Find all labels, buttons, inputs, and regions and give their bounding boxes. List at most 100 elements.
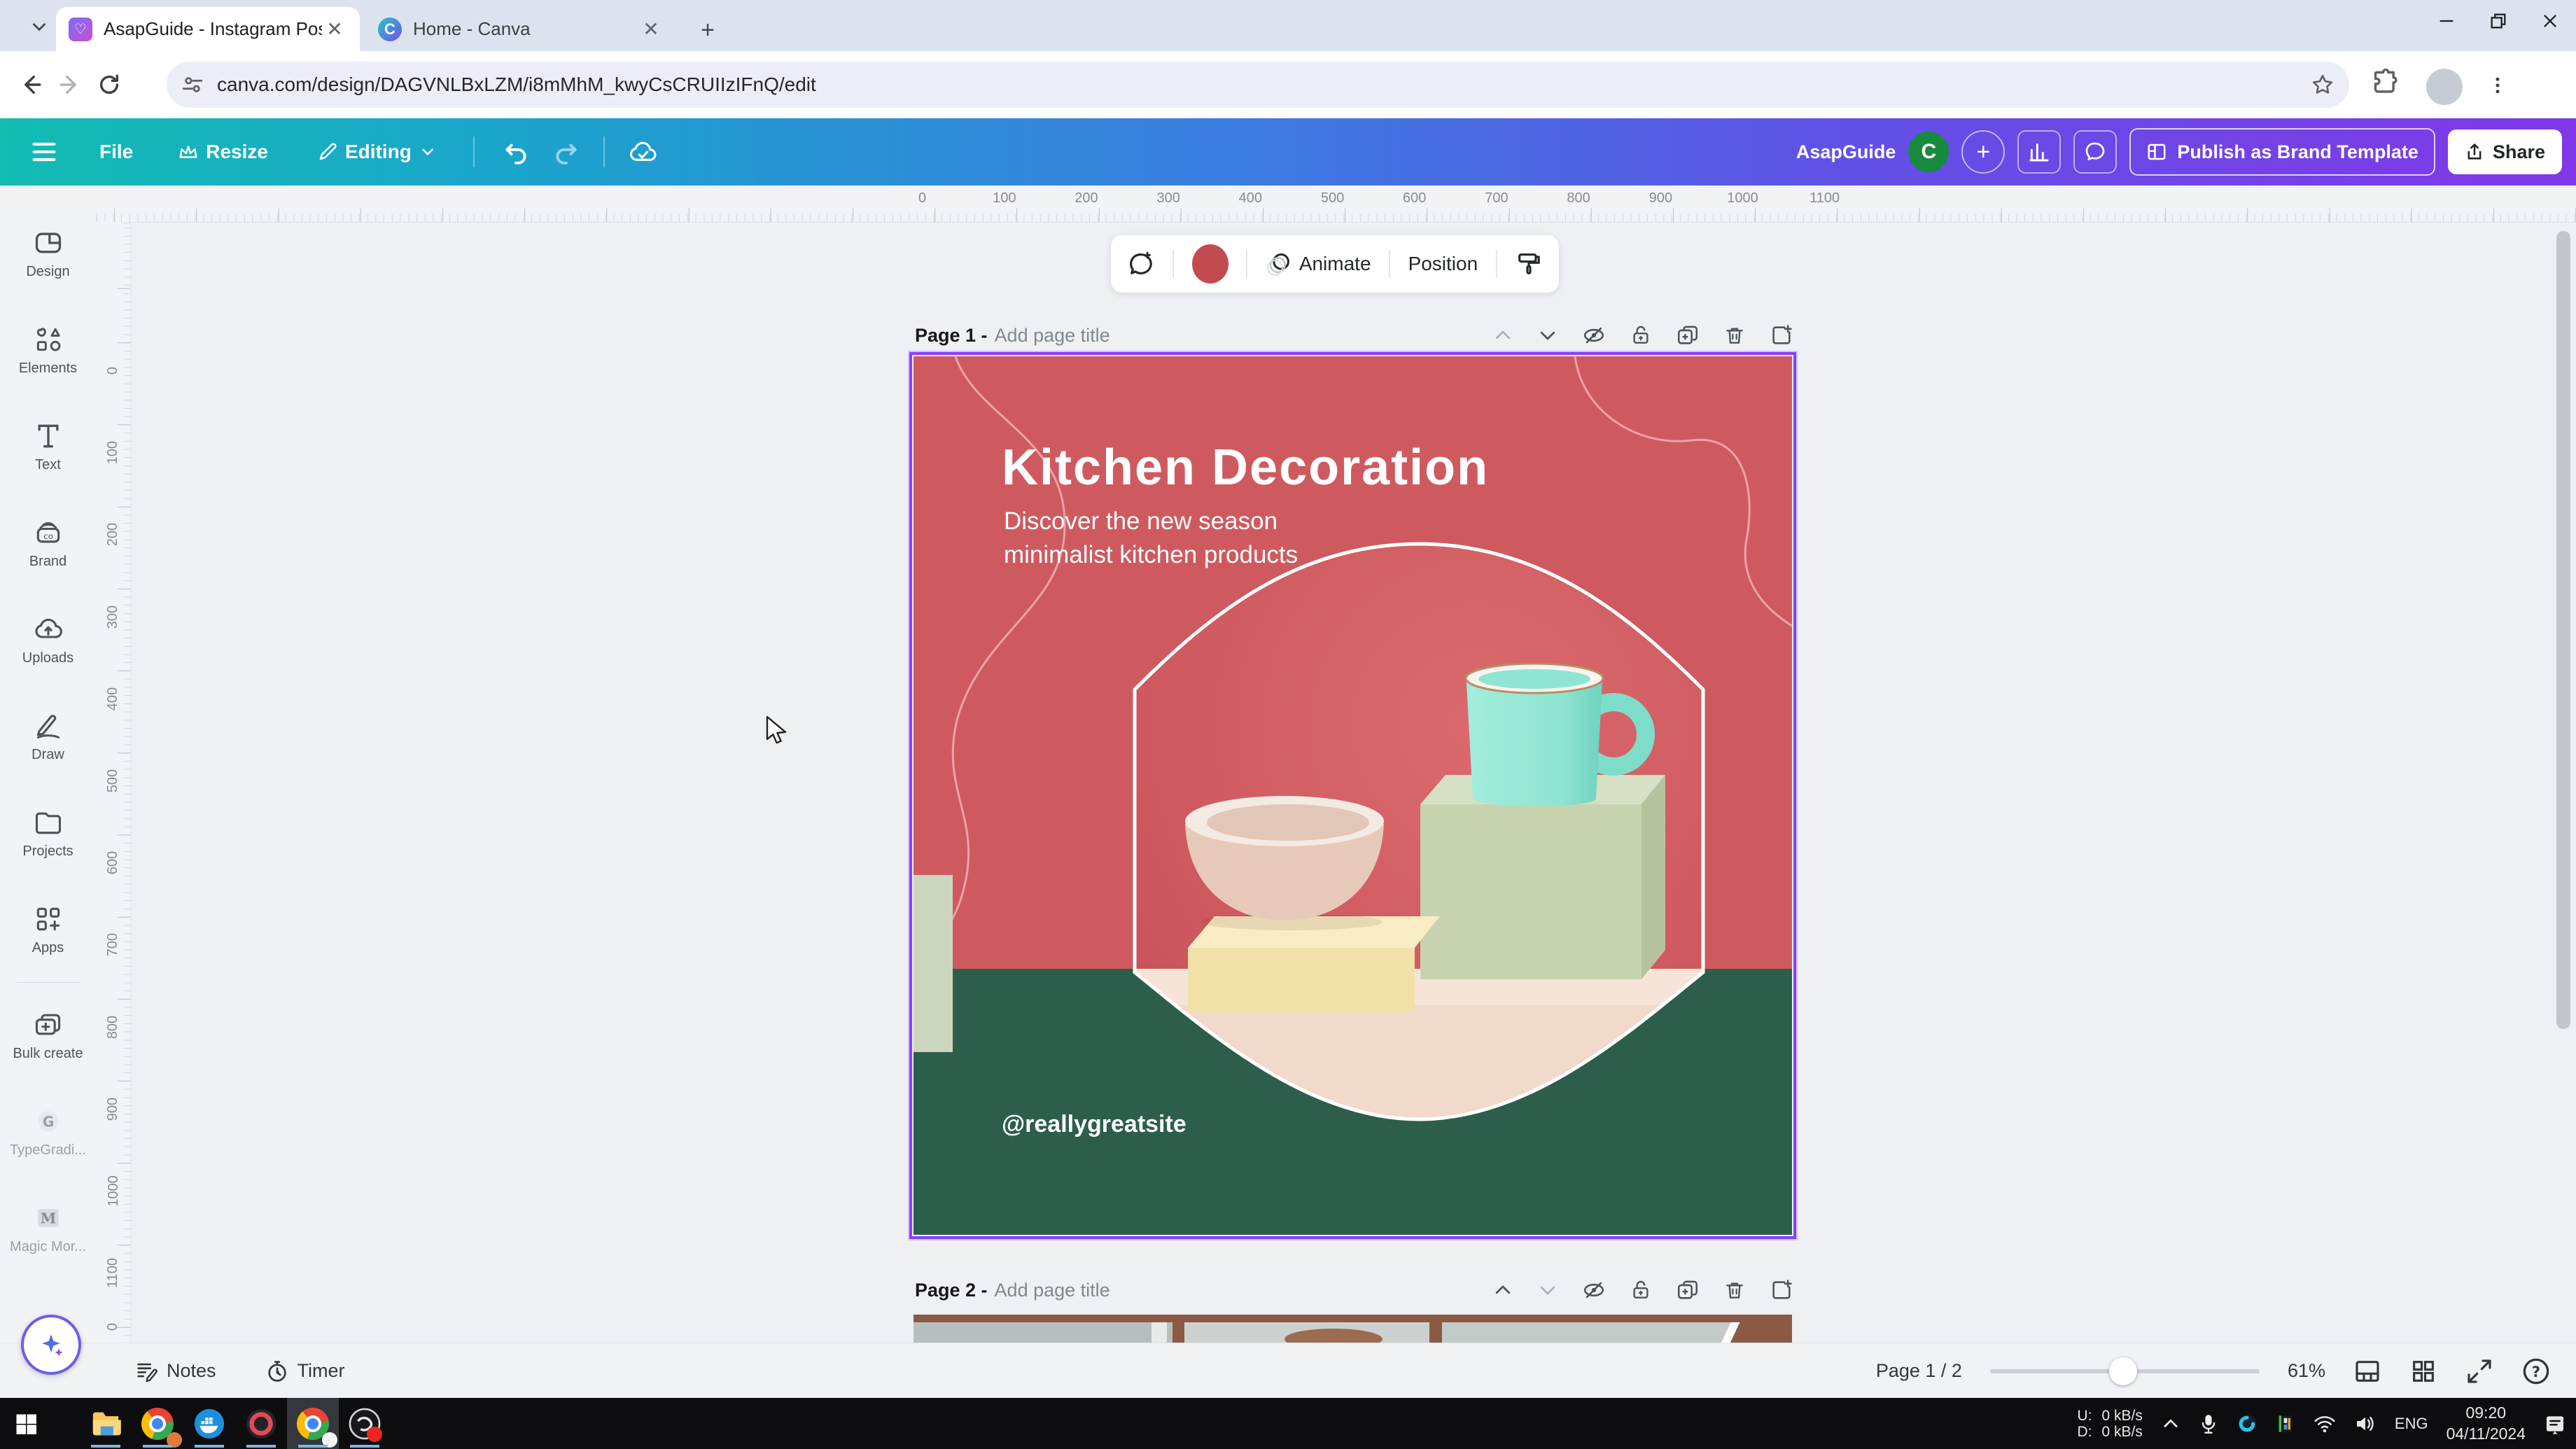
share-icon (2465, 142, 2484, 162)
hide-page-icon[interactable] (1582, 323, 1606, 347)
obs-icon[interactable] (339, 1398, 391, 1449)
help-icon[interactable]: ? (2521, 1357, 2551, 1386)
duplicate-page-icon[interactable] (1676, 1278, 1700, 1302)
page-indicator: Page 1 / 2 (1876, 1360, 1962, 1382)
vertical-ruler-page2-zero: 0 (96, 1306, 131, 1347)
notes-button[interactable]: Notes (134, 1359, 216, 1383)
tab-close-icon[interactable]: ✕ (638, 17, 664, 42)
sidebar-item-magic-morph[interactable]: M Magic Mor... (0, 1180, 96, 1277)
recorder-app-icon[interactable] (235, 1398, 287, 1449)
browser-profile-avatar[interactable] (2426, 69, 2463, 105)
sidebar-item-bulk-create[interactable]: Bulk create (0, 987, 96, 1084)
tray-expand-icon[interactable] (2161, 1414, 2180, 1434)
sidebar-item-typegradient[interactable]: G TypeGradi... (0, 1084, 96, 1180)
notification-center-icon[interactable] (2544, 1413, 2566, 1435)
background-color-swatch[interactable] (1192, 244, 1228, 284)
tab-home-canva[interactable]: C Home - Canva ✕ (365, 7, 676, 51)
sidebar-item-design[interactable]: Design (0, 205, 96, 302)
file-menu-button[interactable]: File (99, 141, 133, 163)
insights-button[interactable] (2017, 130, 2061, 174)
undo-button[interactable] (503, 139, 529, 165)
crown-icon (178, 143, 199, 161)
move-page-down-icon[interactable] (1537, 325, 1558, 346)
docker-icon[interactable] (183, 1398, 235, 1449)
sidebar-item-text[interactable]: Text (0, 398, 96, 495)
sidebar-item-apps[interactable]: Apps (0, 881, 96, 978)
editing-mode-button[interactable]: Editing (317, 141, 437, 163)
add-page-icon[interactable] (1770, 323, 1793, 347)
browser-menu-button[interactable] (2482, 69, 2513, 102)
window-close-button[interactable] (2524, 0, 2576, 42)
comments-button[interactable] (2073, 130, 2117, 174)
reload-button[interactable] (90, 65, 129, 104)
add-member-button[interactable]: + (1961, 130, 2005, 174)
redo-button[interactable] (553, 139, 580, 165)
hide-page-icon[interactable] (1582, 1278, 1606, 1302)
chrome-profile2-icon-active[interactable] (287, 1398, 339, 1449)
sidebar-item-projects[interactable]: Projects (0, 785, 96, 881)
add-page-icon[interactable] (1770, 1278, 1793, 1302)
avatar[interactable]: C (1908, 132, 1949, 172)
tab-asapguide[interactable]: ♡ AsapGuide - Instagram Post ✕ (56, 7, 360, 51)
tray-app-blue-icon[interactable] (2236, 1413, 2258, 1434)
timer-button[interactable]: Timer (265, 1359, 345, 1383)
position-button[interactable]: Position (1408, 253, 1478, 275)
sidebar-item-draw[interactable]: Draw (0, 688, 96, 785)
resize-button[interactable]: Resize (178, 141, 268, 163)
context-toolbar: Animate Position (1111, 235, 1559, 293)
page2-canvas[interactable] (913, 1315, 1792, 1343)
add-comment-button[interactable] (1127, 250, 1155, 278)
animate-button[interactable]: Animate (1266, 251, 1371, 277)
sidebar-item-brand[interactable]: co Brand (0, 495, 96, 592)
design-title[interactable]: Kitchen Decoration (1002, 439, 1489, 496)
language-indicator[interactable]: ENG (2395, 1415, 2428, 1433)
ruler-label: 200 (106, 523, 122, 546)
lock-page-icon[interactable] (1630, 324, 1652, 346)
publish-brand-template-button[interactable]: Publish as Brand Template (2129, 128, 2435, 176)
page2-title-placeholder[interactable]: Add page title (995, 1280, 1110, 1301)
tray-app-green-icon[interactable] (2276, 1413, 2295, 1434)
new-tab-button[interactable]: + (693, 15, 722, 45)
page1-title-placeholder[interactable]: Add page title (995, 325, 1110, 346)
share-button[interactable]: Share (2448, 130, 2562, 174)
delete-page-icon[interactable] (1723, 1279, 1746, 1301)
start-button[interactable] (0, 1398, 52, 1449)
move-page-up-icon[interactable] (1492, 325, 1513, 346)
zoom-slider-knob[interactable] (2109, 1357, 2137, 1385)
zoom-slider[interactable] (1990, 1369, 2260, 1373)
sidebar-item-uploads[interactable]: Uploads (0, 592, 96, 688)
back-button[interactable] (11, 65, 50, 104)
design-social-handle[interactable]: @reallygreatsite (1002, 1111, 1186, 1138)
clock-widget[interactable]: 09:20 04/11/2024 (2446, 1403, 2526, 1445)
grid-view-icon[interactable] (2409, 1357, 2437, 1385)
sidebar-item-elements[interactable]: Elements (0, 302, 96, 398)
main-menu-button[interactable] (31, 141, 57, 163)
chrome-profile1-icon[interactable] (132, 1398, 183, 1449)
copy-style-button[interactable] (1515, 250, 1543, 278)
presentation-view-icon[interactable] (2353, 1357, 2381, 1385)
url-bar[interactable]: canva.com/design/DAGVNLBxLZM/i8mMhM_kwyC… (167, 62, 2349, 108)
duplicate-page-icon[interactable] (1676, 323, 1700, 347)
wifi-icon[interactable] (2314, 1414, 2336, 1434)
design-subtitle[interactable]: Discover the new season minimalist kitch… (1004, 505, 1298, 573)
delete-page-icon[interactable] (1723, 324, 1746, 346)
microphone-icon[interactable] (2199, 1413, 2218, 1434)
assistant-button[interactable] (21, 1315, 81, 1375)
bookmark-star-icon[interactable] (2310, 72, 2335, 97)
toolbar-divider (1389, 250, 1390, 278)
fullscreen-icon[interactable] (2465, 1357, 2493, 1385)
window-minimize-button[interactable] (2421, 0, 2472, 42)
page1-canvas[interactable]: Kitchen Decoration Discover the new seas… (913, 356, 1792, 1235)
cloud-save-status[interactable] (629, 139, 658, 165)
move-page-up-icon[interactable] (1492, 1280, 1513, 1301)
forward-button[interactable] (50, 65, 90, 104)
tab-close-icon[interactable]: ✕ (322, 17, 347, 42)
move-page-down-icon[interactable] (1537, 1280, 1558, 1301)
extensions-button[interactable] (2372, 67, 2402, 98)
speaker-icon[interactable] (2354, 1413, 2376, 1434)
vertical-scrollbar[interactable] (2556, 231, 2570, 1029)
window-maximize-button[interactable] (2472, 0, 2524, 42)
file-explorer-icon[interactable] (80, 1398, 132, 1449)
lock-page-icon[interactable] (1630, 1279, 1652, 1301)
tab-search-button[interactable] (24, 11, 55, 42)
